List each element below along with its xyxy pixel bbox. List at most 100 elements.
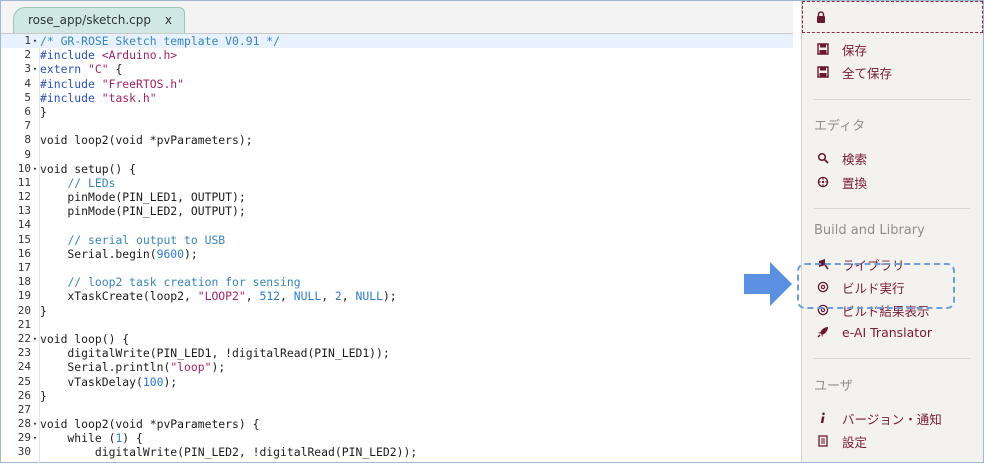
code-line[interactable]: 16 Serial.begin(9600); xyxy=(1,247,793,261)
code-line[interactable]: 24 Serial.println("loop"); xyxy=(1,360,793,374)
code-text: #include "FreeRTOS.h" xyxy=(40,77,184,91)
menu-item-search[interactable]: 検索 xyxy=(816,149,867,167)
tab-close-icon[interactable]: x xyxy=(165,13,172,27)
code-text: pinMode(PIN_LED2, OUTPUT); xyxy=(40,204,246,219)
code-line[interactable]: 27 xyxy=(1,403,793,417)
line-number: 21 xyxy=(17,317,31,331)
code-text: void setup() { xyxy=(40,162,136,176)
code-line[interactable]: 28 ▾ void loop2(void *pvParameters) { xyxy=(1,417,793,431)
fold-toggle-icon[interactable]: ▾ xyxy=(31,62,39,76)
line-number: 19 xyxy=(17,289,31,303)
code-line[interactable]: 5 #include "task.h" xyxy=(1,91,793,105)
menu-item-e-ai-translator[interactable]: e-AI Translator xyxy=(816,323,932,341)
code-editor[interactable]: rose_app/sketch.cpp x 1 ▾/* GR-ROSE Sketc… xyxy=(1,1,793,464)
section-heading: ユーザ xyxy=(814,379,853,394)
code-token: /* GR-ROSE Sketch template V0.91 */ xyxy=(40,34,281,48)
code-line[interactable]: 2 #include <Arduino.h> xyxy=(1,48,793,62)
code-line[interactable]: 13 pinMode(PIN_LED2, OUTPUT); xyxy=(1,204,793,218)
code-text: /* GR-ROSE Sketch template V0.91 */ xyxy=(40,34,280,48)
code-line[interactable]: 23 digitalWrite(PIN_LED1, !digitalRead(P… xyxy=(1,346,793,360)
code-line[interactable]: 19 xTaskCreate(loop2, "LOOP2", 512, NULL… xyxy=(1,289,793,303)
code-token: #include xyxy=(40,76,102,91)
menu-item-replace[interactable]: 置換 xyxy=(816,173,867,191)
code-token: "loop" xyxy=(170,360,212,375)
code-line[interactable]: 15 // serial output to USB xyxy=(1,233,793,247)
code-line[interactable]: 29 ▾ while (1) { xyxy=(1,431,793,445)
code-token: "task.h" xyxy=(101,90,157,105)
code-line[interactable]: 17 xyxy=(1,261,793,275)
code-text: #include "task.h" xyxy=(40,91,157,105)
code-text: Serial.println("loop"); xyxy=(40,360,225,374)
lock-toolbar[interactable] xyxy=(802,1,983,33)
line-number: 22 xyxy=(17,331,31,345)
menu-item-save[interactable]: 保存 xyxy=(816,40,867,58)
code-line[interactable]: 6} xyxy=(1,105,793,119)
code-line[interactable]: 7 xyxy=(1,119,793,133)
fold-toggle-icon[interactable]: ▾ xyxy=(31,431,39,445)
code-line[interactable]: 11 // LEDs xyxy=(1,176,793,190)
line-number: 18 xyxy=(17,275,31,289)
code-line[interactable]: 21 xyxy=(1,318,793,332)
code-line[interactable]: 3 ▾ extern "C" { xyxy=(1,62,793,76)
code-text: while (1) { xyxy=(40,431,143,446)
code-token: ); xyxy=(184,246,198,261)
code-token: void loop2(void *pvParameters) { xyxy=(40,417,260,432)
line-number: 26 xyxy=(17,388,31,402)
pointer-arrow-icon xyxy=(744,262,792,306)
menu-item-version-notice[interactable]: バージョン・通知 xyxy=(816,409,942,427)
line-number: 8 xyxy=(24,133,31,147)
code-token: pinMode(PIN_LED2, OUTPUT); xyxy=(40,204,246,219)
code-token: ) { xyxy=(122,431,143,446)
code-line[interactable]: 14 xyxy=(1,218,793,232)
code-text: digitalWrite(PIN_LED1, !digitalRead(PIN_… xyxy=(40,346,389,360)
code-text: Serial.begin(9600); xyxy=(40,246,198,261)
section-heading: Build and Library xyxy=(814,223,925,238)
section-divider xyxy=(814,208,970,209)
fold-toggle-icon[interactable]: ▾ xyxy=(31,332,39,346)
code-line[interactable]: 22 ▾ void loop() { xyxy=(1,332,793,346)
fold-toggle-icon[interactable]: ▾ xyxy=(31,34,39,48)
menu-item-label: e-AI Translator xyxy=(842,324,932,340)
code-text: } xyxy=(40,304,47,318)
line-number: 10 xyxy=(17,161,31,175)
code-token: { xyxy=(108,62,123,77)
code-token: "FreeRTOS.h" xyxy=(101,76,185,91)
code-line[interactable]: 18 // loop2 task creation for sensing xyxy=(1,275,793,289)
code-line[interactable]: 30 digitalWrite(PIN_LED2, !digitalRead(P… xyxy=(1,445,793,459)
code-token: void setup() { xyxy=(40,161,137,176)
code-line[interactable]: 1 ▾/* GR-ROSE Sketch template V0.91 */ xyxy=(1,34,793,49)
lock-icon[interactable] xyxy=(816,11,826,23)
code-line[interactable]: 9 xyxy=(1,148,793,162)
code-line[interactable]: 8 void loop2(void *pvParameters); xyxy=(1,133,793,147)
menu-item-save-all[interactable]: 全て保存 xyxy=(816,63,892,81)
code-text: } xyxy=(40,389,47,403)
code-lines[interactable]: 1 ▾/* GR-ROSE Sketch template V0.91 */2 #i… xyxy=(1,34,793,460)
line-number: 17 xyxy=(17,261,31,274)
code-text: extern "C" { xyxy=(40,62,122,76)
code-text: void loop2(void *pvParameters) { xyxy=(40,417,259,431)
code-line[interactable]: 12 pinMode(PIN_LED1, OUTPUT); xyxy=(1,190,793,204)
tab-sketch-cpp[interactable]: rose_app/sketch.cpp x xyxy=(13,7,185,33)
fold-toggle-icon[interactable]: ▾ xyxy=(31,417,39,431)
code-line[interactable]: 26} xyxy=(1,389,793,403)
code-token: ); xyxy=(211,360,226,375)
code-line[interactable]: 10 ▾ void setup() { xyxy=(1,162,793,176)
fold-toggle-icon[interactable]: ▾ xyxy=(31,162,39,176)
menu-item-label: 検索 xyxy=(842,151,868,167)
code-line[interactable]: 20} xyxy=(1,304,793,318)
code-token: , xyxy=(321,289,335,304)
code-line[interactable]: 4 #include "FreeRTOS.h" xyxy=(1,77,793,91)
code-token: } xyxy=(40,104,47,119)
menu-item-settings[interactable]: 設定 xyxy=(816,432,867,450)
rocket-icon xyxy=(816,325,830,339)
code-line[interactable]: 25 vTaskDelay(100); xyxy=(1,375,793,389)
line-number: 14 xyxy=(17,218,31,232)
code-text: void loop() { xyxy=(40,332,129,346)
line-number: 4 xyxy=(24,76,31,90)
editor-tabbar: rose_app/sketch.cpp x xyxy=(1,1,793,34)
code-text: // loop2 task creation for sensing xyxy=(40,275,300,289)
code-text: vTaskDelay(100); xyxy=(40,375,177,389)
build-run-highlight xyxy=(797,263,955,309)
